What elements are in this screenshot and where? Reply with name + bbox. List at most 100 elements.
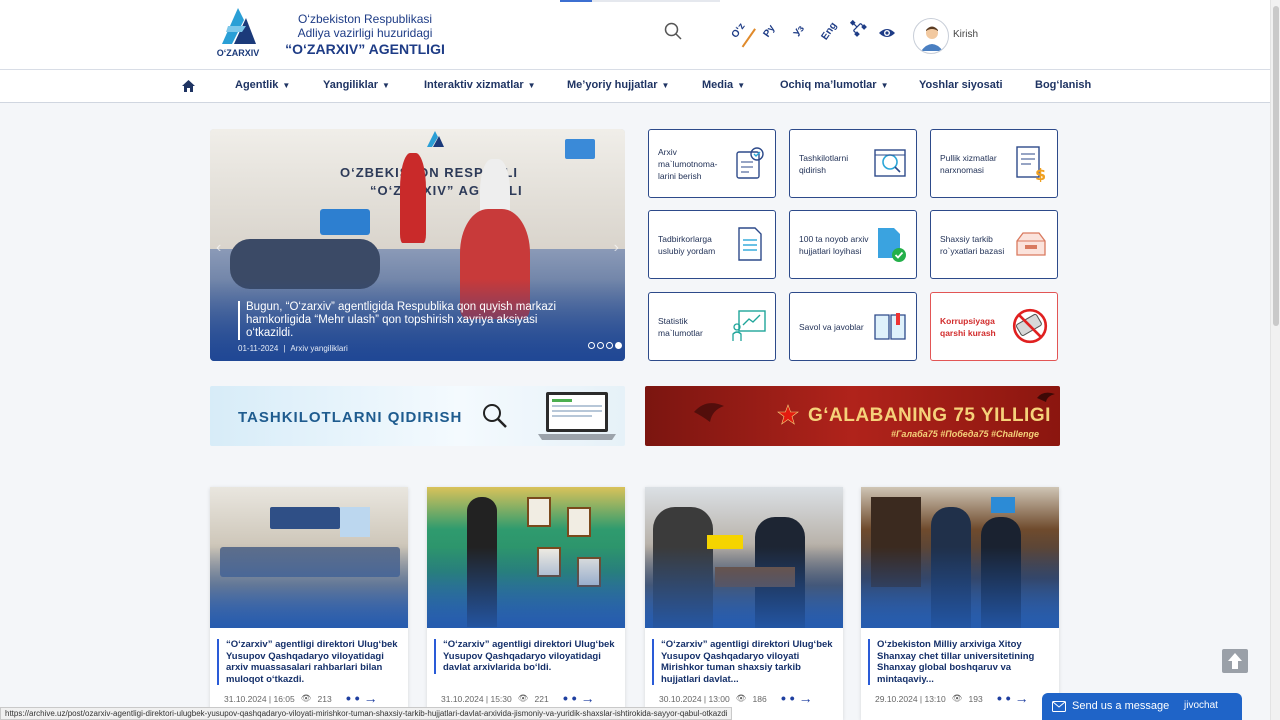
- nav-item-boglanish[interactable]: Bog‘lanish: [1035, 70, 1091, 103]
- slider-pagination: [588, 342, 622, 349]
- service-label: Tashkilotlarni qidirish: [799, 152, 849, 175]
- slider-dot[interactable]: [597, 342, 604, 349]
- magnifier-icon: [483, 404, 507, 428]
- slider-dot-active[interactable]: [615, 342, 622, 349]
- caret-down-icon: ▼: [282, 81, 291, 90]
- page-scrollbar[interactable]: [1270, 0, 1280, 720]
- service-savol-javoblar[interactable]: Savol va javoblar: [789, 292, 917, 361]
- news-card-views: 193: [968, 693, 983, 704]
- news-card-views: 213: [317, 693, 332, 704]
- service-label: Pullik xizmatlar narxnomasi: [940, 152, 997, 175]
- slide-category: Arxiv yangiliklari: [290, 344, 348, 353]
- news-card-image: [861, 487, 1059, 628]
- nav-item-meyoriy-hujjatlar[interactable]: Me’yoriy hujjatlar ▼: [567, 70, 669, 103]
- caret-down-icon: ▼: [527, 81, 536, 90]
- slider-prev-arrow-icon[interactable]: ‹: [216, 239, 221, 257]
- slider-dot[interactable]: [606, 342, 613, 349]
- chat-widget-button[interactable]: Send us a message jivochat: [1042, 693, 1242, 720]
- nav-item-label: Bog‘lanish: [1035, 79, 1092, 91]
- news-card-meta: 30.10.2024 | 13:00 👁 186: [659, 693, 767, 704]
- nav-item-label: Yoshlar siyosati: [919, 79, 1003, 91]
- nav-item-ochiq-malumotlar[interactable]: Ochiq ma’lumotlar ▼: [780, 70, 889, 103]
- slide-photo-figure: [565, 139, 595, 159]
- slide-meta: 01-11-2024 | Arxiv yangiliklari: [238, 344, 348, 353]
- news-card[interactable]: “O‘zarxiv” agentligi direktori Ulug‘bek …: [210, 487, 408, 720]
- lang-ru[interactable]: Ру: [752, 15, 786, 48]
- service-label: Tadbirkorlarga uslubiy yordam: [658, 233, 716, 256]
- verified-document-icon: [878, 228, 906, 262]
- nav-item-interaktiv-xizmatlar[interactable]: Interaktiv xizmatlar ▼: [424, 70, 536, 103]
- slider-dot[interactable]: [588, 342, 595, 349]
- caret-down-icon: ▼: [661, 81, 670, 90]
- slide-photo-figure: [320, 209, 370, 235]
- news-slider[interactable]: O‘ZBEKISTON RESPUBLI “O‘ZARXIV” AGENTLI …: [210, 129, 625, 361]
- arrow-up-icon: [1228, 653, 1242, 669]
- top-progress-bar: [560, 0, 720, 2]
- site-header: O‘ZARXIV O‘zbekiston Respublikasi Adliya…: [0, 0, 1270, 70]
- lang-uz-latin[interactable]: O‘z: [722, 14, 756, 48]
- service-arxiv-malumotnoma[interactable]: Arxiv ma`lumotnoma-larini berish: [648, 129, 776, 198]
- caret-down-icon: ▼: [382, 81, 390, 90]
- news-card-views: 186: [752, 693, 767, 704]
- read-more-arrow-icon[interactable]: • • →: [781, 690, 813, 706]
- nav-item-yoshlar-siyosati[interactable]: Yoshlar siyosati: [919, 70, 1003, 103]
- slider-next-arrow-icon[interactable]: ›: [614, 239, 619, 257]
- main-navigation: Agentlik ▼ Yangiliklar ▼ Interaktiv xizmat…: [0, 70, 1270, 103]
- banner-galabaning-75-yilligi[interactable]: G‘ALABANING 75 YILLIGI #Галаба75 #Победа…: [645, 386, 1060, 446]
- nav-item-label: Media: [702, 79, 734, 91]
- news-card-meta: 31.10.2024 | 15:30 👁 221: [441, 693, 549, 704]
- scrollbar-thumb[interactable]: [1273, 6, 1279, 326]
- slide-logo-icon: [427, 131, 444, 147]
- user-avatar-icon[interactable]: [913, 18, 949, 54]
- news-card-image: [210, 487, 408, 628]
- caret-down-icon: ▼: [737, 81, 746, 90]
- scroll-to-top-button[interactable]: [1222, 649, 1248, 673]
- news-card-views: 221: [534, 693, 549, 704]
- banner-tashkilotlarni-qidirish[interactable]: TASHKILOTLARNI QIDIRISH: [210, 386, 625, 446]
- lang-uz-cyrillic[interactable]: Уз: [782, 15, 816, 48]
- news-card[interactable]: O‘zbekiston Milliy arxiviga Xitoy Shanxa…: [861, 487, 1059, 720]
- news-card-title[interactable]: O‘zbekiston Milliy arxiviga Xitoy Shanxa…: [868, 639, 1050, 685]
- slide-title[interactable]: Bugun, “O‘zarxiv” agentligida Respublika…: [238, 301, 558, 340]
- service-100-noyob-hujjatlar[interactable]: 100 ta noyob arxiv hujjatlari loyihasi: [789, 210, 917, 279]
- brand-title[interactable]: O‘zbekiston Respublikasi Adliya vazirlig…: [270, 12, 460, 58]
- read-more-arrow-icon[interactable]: • • →: [997, 690, 1029, 706]
- eye-icon: 👁: [735, 693, 747, 703]
- price-list-icon: $: [1016, 146, 1046, 182]
- news-card[interactable]: “O‘zarxiv” agentligi direktori Ulug‘bek …: [645, 487, 843, 720]
- news-card-title[interactable]: “O‘zarxiv” agentligi direktori Ulug‘bek …: [434, 639, 616, 674]
- nav-item-yangiliklar[interactable]: Yangiliklar ▼: [323, 70, 390, 103]
- news-card-title[interactable]: “O‘zarxiv” agentligi direktori Ulug‘bek …: [652, 639, 834, 685]
- accessibility-eye-icon[interactable]: [878, 26, 896, 40]
- home-icon[interactable]: [182, 70, 195, 103]
- nav-item-media[interactable]: Media ▼: [702, 70, 745, 103]
- read-more-arrow-icon[interactable]: • • →: [563, 690, 595, 706]
- nav-item-label: Agentlik: [235, 79, 279, 91]
- search-icon[interactable]: [664, 22, 682, 40]
- service-korrupsiyaga-qarshi[interactable]: Korrupsiyaga qarshi kurash: [930, 292, 1058, 361]
- news-card-title[interactable]: “O‘zarxiv” agentligi direktori Ulug‘bek …: [217, 639, 399, 685]
- news-card[interactable]: “O‘zarxiv” agentligi direktori Ulug‘bek …: [427, 487, 625, 720]
- service-pullik-xizmatlar[interactable]: Pullik xizmatlar narxnomasi $: [930, 129, 1058, 198]
- service-statistik-malumotlar[interactable]: Statistik ma`lumotlar: [648, 292, 776, 361]
- red-star-icon: [777, 404, 799, 425]
- slide-photo-figure: [400, 153, 426, 243]
- eye-icon: 👁: [300, 693, 312, 703]
- service-shaxsiy-tarkib-bazasi[interactable]: Shaxsiy tarkib ro`yxatlari bazasi: [930, 210, 1058, 279]
- language-switcher: O‘z Ру Уз Eng: [722, 14, 867, 48]
- archive-box-icon: [1016, 232, 1046, 256]
- news-card-date: 31.10.2024 | 15:30: [441, 693, 512, 704]
- service-tashkilotlarni-qidirish[interactable]: Tashkilotlarni qidirish: [789, 129, 917, 198]
- site-logo[interactable]: O‘ZARXIV: [212, 4, 264, 64]
- news-card-image: [645, 487, 843, 628]
- nav-item-agentlik[interactable]: Agentlik ▼: [235, 70, 290, 103]
- sitemap-icon[interactable]: [844, 14, 869, 39]
- nav-item-label: Yangiliklar: [323, 79, 379, 91]
- service-tadbirkorlarga-yordam[interactable]: Tadbirkorlarga uslubiy yordam: [648, 210, 776, 279]
- statistics-icon: [732, 310, 766, 341]
- anti-corruption-icon: [1012, 308, 1048, 344]
- login-link[interactable]: Kirish: [953, 29, 978, 40]
- lang-en[interactable]: Eng: [812, 15, 846, 48]
- read-more-arrow-icon[interactable]: • • →: [346, 690, 378, 706]
- logo-mark-icon: [222, 8, 256, 44]
